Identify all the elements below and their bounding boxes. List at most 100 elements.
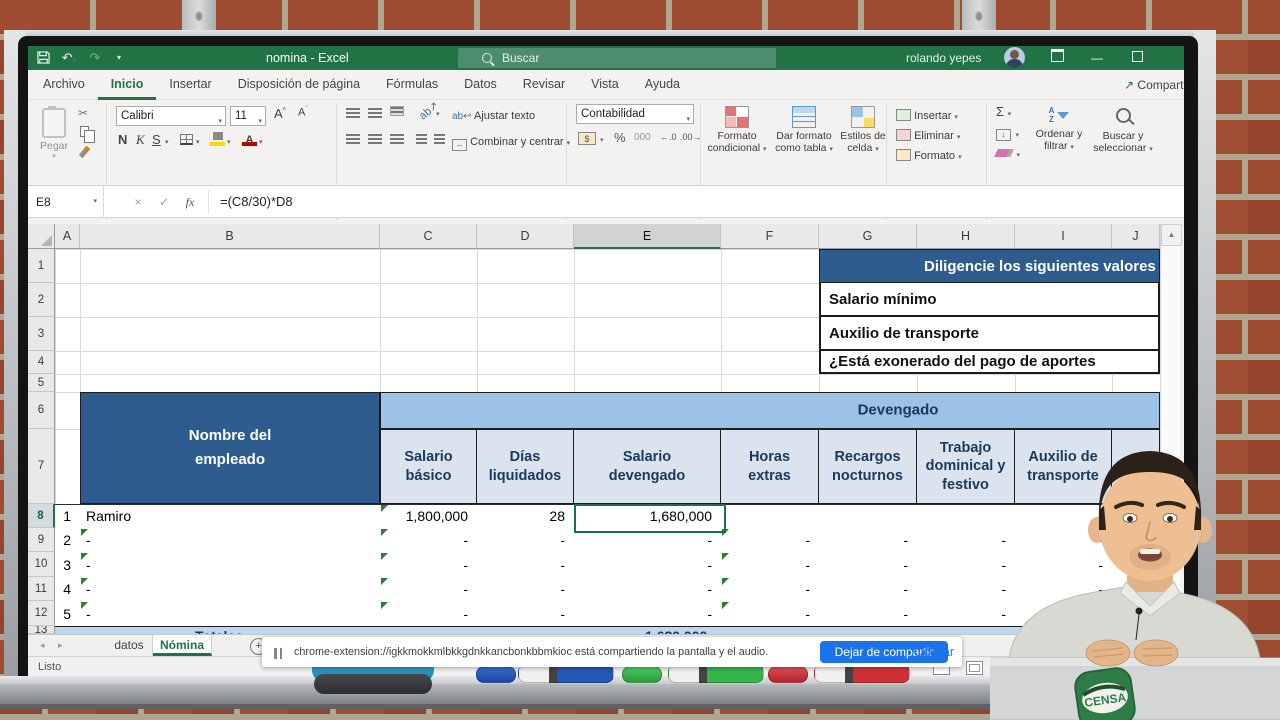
screw-icon [195,10,203,21]
select-all-corner[interactable] [28,224,55,249]
info-row-exonerado[interactable]: ¿Está exonerado del pago de aportes [819,351,1112,374]
error-flag-icon [81,602,88,609]
page-layout-view-icon[interactable] [966,661,983,675]
row-header-5[interactable]: 5 [28,374,55,392]
header-dias-liquidados[interactable]: Días liquidados [477,429,574,504]
row-header-1[interactable]: 1 [28,249,55,283]
sheet-nav-left-icon[interactable]: ◂ [40,635,45,656]
cell-F9[interactable]: - [721,528,820,553]
column-header-E[interactable]: E [574,224,721,249]
pause-share-icon[interactable] [274,646,285,664]
row-header-6[interactable]: 6 [28,392,55,429]
info-value-cell[interactable] [1110,317,1160,351]
column-header-C[interactable]: C [380,224,477,249]
screen-share-banner: chrome-extension://igkkmokkmlbkkgdnkkanc… [262,637,962,667]
cell-A8[interactable]: 1 [55,504,81,529]
cell-B9[interactable]: - [80,528,381,553]
row-header-3[interactable]: 3 [28,317,55,351]
column-header-B[interactable]: B [80,224,380,249]
row-header-10[interactable]: 10 [28,552,55,577]
cell-C9[interactable]: - [380,528,478,553]
status-mode: Listo [38,661,61,673]
sheet-nav-right-icon[interactable]: ▸ [58,635,63,656]
column-header-I[interactable]: I [1015,224,1112,249]
error-flag-icon [381,553,388,560]
error-flag-icon [381,505,388,512]
cell-B8[interactable]: Ramiro [80,504,381,529]
cell-G8[interactable] [819,504,918,529]
header-recargos-nocturnos[interactable]: Recargos nocturnos [819,429,917,504]
cell-A11[interactable]: 4 [55,577,81,602]
employee-name-header[interactable]: Nombre del empleado [80,392,380,504]
row-header-4[interactable]: 4 [28,351,55,374]
sheet-tab-nomina[interactable]: Nómina [153,635,212,656]
row-header-7[interactable]: 7 [28,429,55,504]
cell-G10[interactable]: - [819,552,918,578]
cell-C12[interactable]: - [380,601,478,627]
screw-icon [975,10,983,21]
devengado-band[interactable] [380,392,1160,429]
row-header-12[interactable]: 12 [28,601,55,626]
cell-D10[interactable]: - [477,552,575,578]
row-header-13[interactable]: 13 [28,626,55,634]
error-flag-icon [81,578,88,585]
scroll-up-icon[interactable]: ▲ [1161,224,1182,246]
row-header-8[interactable]: 8 [28,504,55,528]
cell-F11[interactable]: - [721,577,820,602]
blue-marker-cap [476,666,516,683]
cell-G11[interactable]: - [819,577,918,602]
error-flag-icon [722,553,729,560]
presenter-face [1088,451,1212,581]
header-salario-devengado[interactable]: Salario devengado [574,429,721,504]
info-row-salario-minimo[interactable]: Salario mínimo [819,283,1112,317]
selected-cell-E8[interactable] [574,504,726,533]
info-value-cell[interactable] [1110,283,1160,317]
column-header-D[interactable]: D [477,224,574,249]
column-header-G[interactable]: G [819,224,917,249]
error-flag-icon [381,602,388,609]
column-header-H[interactable]: H [917,224,1015,249]
cell-E10[interactable]: - [574,552,722,578]
cell-F8[interactable] [721,504,820,529]
cell-E12[interactable]: - [574,601,722,627]
cell-A10[interactable]: 3 [55,552,81,578]
error-flag-icon [722,602,729,609]
cell-G9[interactable]: - [819,528,918,553]
row-header-9[interactable]: 9 [28,528,55,552]
cell-F12[interactable]: - [721,601,820,627]
cell-C10[interactable]: - [380,552,478,578]
info-row-auxilio-transporte[interactable]: Auxilio de transporte [819,317,1112,351]
cell-D9[interactable]: - [477,528,575,553]
hide-button[interactable]: Ocultar [914,637,954,667]
devengado-label: Devengado [858,402,939,419]
header-horas-extras[interactable]: Horas extras [721,429,819,504]
row-header-2[interactable]: 2 [28,283,55,317]
cell-D11[interactable]: - [477,577,575,602]
cell-B10[interactable]: - [80,552,381,578]
gridline [55,374,1160,375]
column-header-A[interactable]: A [55,224,80,249]
webcam-presenter: CENSA [990,430,1280,720]
cell-G12[interactable]: - [819,601,918,627]
sheet-tab-datos[interactable]: datos [106,635,153,656]
info-value-cell[interactable] [1110,351,1160,374]
row-header-11[interactable]: 11 [28,577,55,601]
header-salario-basico[interactable]: Salario básico [380,429,477,504]
video-frame: ↶▾ ↷ ▾ nomina - Excel Buscar rolando yep… [0,0,1280,720]
cell-B12[interactable]: - [80,601,381,627]
red-marker-cap [768,666,808,683]
cell-C11[interactable]: - [380,577,478,602]
column-header-F[interactable]: F [721,224,819,249]
green-marker-cap [622,666,662,683]
info-table-title[interactable]: Diligencie los siguientes valores [819,249,1160,283]
cell-D8[interactable]: 28 [477,504,575,529]
cell-A12[interactable]: 5 [55,601,81,627]
cell-B11[interactable]: - [80,577,381,602]
cell-C8[interactable]: 1,800,000 [380,504,478,529]
column-header-J[interactable]: J [1112,224,1160,249]
cell-E11[interactable]: - [574,577,722,602]
cell-D12[interactable]: - [477,601,575,627]
cell-A9[interactable]: 2 [55,528,81,553]
censa-logo-badge: CENSA [1073,666,1136,720]
cell-F10[interactable]: - [721,552,820,578]
